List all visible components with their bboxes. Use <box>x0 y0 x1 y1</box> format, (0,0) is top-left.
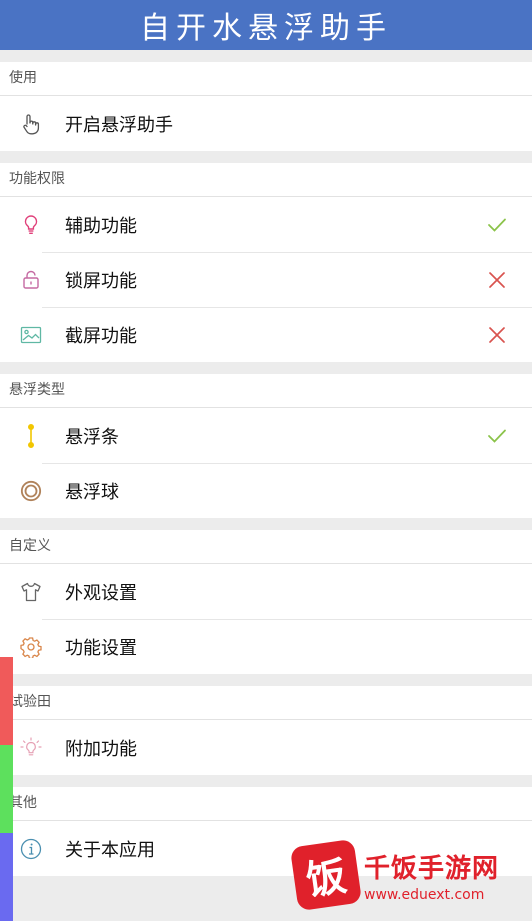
side-strip-green <box>0 745 13 833</box>
list-item-lockscreen[interactable]: 锁屏功能 <box>0 252 532 307</box>
section-float-type: 悬浮类型 悬浮条 悬浮球 <box>0 374 532 518</box>
section-header: 悬浮类型 <box>0 374 532 408</box>
lightbulb-glow-icon <box>20 736 42 759</box>
section-header: 其他 <box>0 787 532 821</box>
hand-pointer-icon <box>20 113 42 135</box>
watermark: 饭 千饭手游网 www.eduext.com <box>289 835 524 915</box>
title-bar: 自开水悬浮助手 <box>0 0 532 50</box>
section-experimental: 试验田 附加功能 <box>0 686 532 775</box>
check-icon <box>486 214 508 236</box>
list-item-label: 辅助功能 <box>65 215 137 237</box>
list-item-label: 截屏功能 <box>65 325 137 347</box>
float-bar-icon <box>20 423 42 448</box>
watermark-name: 千饭手游网 <box>364 853 500 884</box>
section-customize: 自定义 外观设置 功能设置 <box>0 530 532 674</box>
close-icon <box>486 324 508 346</box>
list-item-label: 附加功能 <box>65 738 137 760</box>
list-item-label: 外观设置 <box>65 582 137 604</box>
gear-icon <box>20 636 42 658</box>
section-header: 试验田 <box>0 686 532 720</box>
side-strip-red <box>0 657 13 745</box>
section-header: 使用 <box>0 62 532 96</box>
section-header: 功能权限 <box>0 163 532 197</box>
section-usage: 使用 开启悬浮助手 <box>0 62 532 151</box>
list-item-label: 功能设置 <box>65 637 137 659</box>
list-item-float-ball[interactable]: 悬浮球 <box>0 463 532 518</box>
list-item-label: 悬浮条 <box>65 426 119 448</box>
watermark-logo: 饭 <box>289 838 363 912</box>
side-strip-blue <box>0 833 13 921</box>
lock-icon <box>20 269 42 291</box>
image-icon <box>20 324 42 346</box>
lightbulb-icon <box>20 214 42 236</box>
list-item-appearance[interactable]: 外观设置 <box>0 564 532 619</box>
section-header: 自定义 <box>0 530 532 564</box>
watermark-url: www.eduext.com <box>364 886 485 903</box>
list-item-label: 悬浮球 <box>65 481 119 503</box>
list-item-screenshot[interactable]: 截屏功能 <box>0 307 532 362</box>
list-item-label: 锁屏功能 <box>65 270 137 292</box>
shirt-icon <box>20 581 42 603</box>
app-title: 自开水悬浮助手 <box>140 11 392 46</box>
list-item-start-assistant[interactable]: 开启悬浮助手 <box>0 96 532 151</box>
list-item-function-settings[interactable]: 功能设置 <box>0 619 532 674</box>
list-item-accessibility[interactable]: 辅助功能 <box>0 197 532 252</box>
list-item-float-bar[interactable]: 悬浮条 <box>0 408 532 463</box>
close-icon <box>486 269 508 291</box>
check-icon <box>486 425 508 447</box>
section-permissions: 功能权限 辅助功能 锁屏功能 截屏功能 <box>0 163 532 362</box>
info-icon <box>20 838 42 860</box>
float-ball-icon <box>20 480 42 502</box>
list-item-extra-features[interactable]: 附加功能 <box>0 720 532 775</box>
list-item-label: 开启悬浮助手 <box>65 114 173 136</box>
